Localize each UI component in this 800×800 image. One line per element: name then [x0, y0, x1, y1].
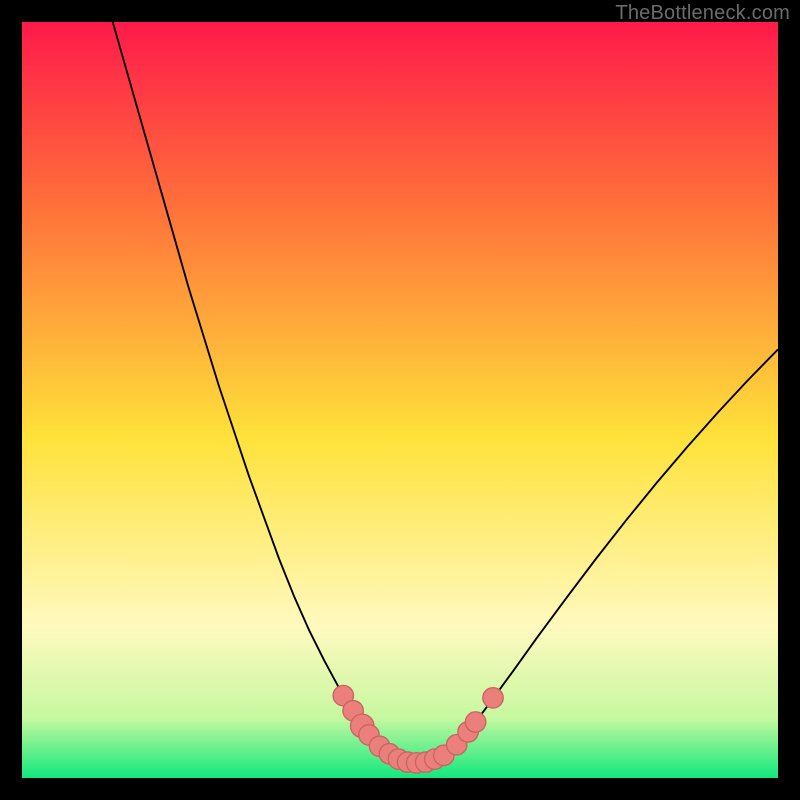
watermark-text: TheBottleneck.com	[615, 2, 790, 25]
bottleneck-chart	[22, 22, 778, 778]
curve-marker	[483, 688, 503, 708]
chart-background-gradient	[22, 22, 778, 778]
chart-plot-area	[22, 22, 778, 778]
curve-marker	[465, 712, 485, 732]
chart-frame: TheBottleneck.com	[0, 0, 800, 800]
